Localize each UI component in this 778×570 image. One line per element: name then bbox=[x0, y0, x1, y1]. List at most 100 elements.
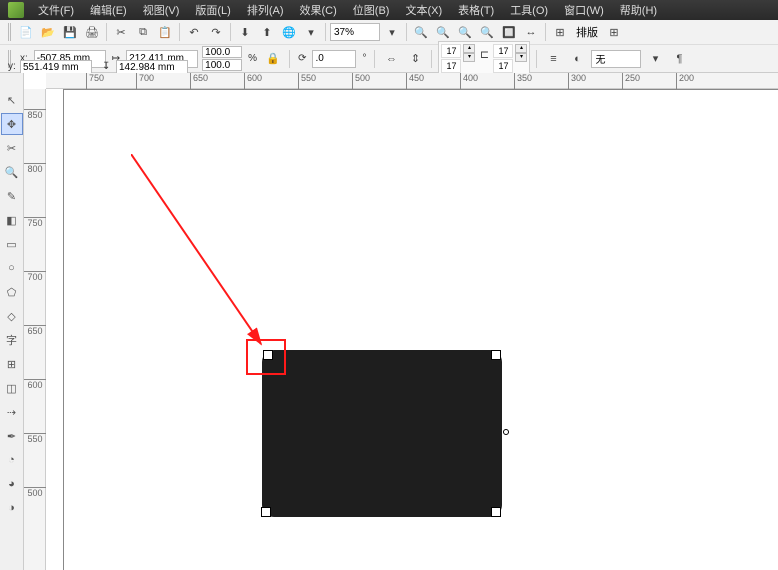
ruler-tick: 700 bbox=[24, 271, 46, 282]
layout-button[interactable]: ⊞ bbox=[604, 22, 624, 42]
outline-tool[interactable]: ◔ bbox=[1, 449, 23, 471]
save-button[interactable]: 💾 bbox=[60, 22, 80, 42]
publish-button[interactable]: 🌐 bbox=[279, 22, 299, 42]
vertical-ruler[interactable]: 850 800 750 700 650 600 550 500 bbox=[24, 89, 46, 570]
corner-down-button2[interactable]: ▾ bbox=[515, 53, 527, 62]
menu-table[interactable]: 表格(T) bbox=[450, 0, 502, 20]
menu-bitmap[interactable]: 位图(B) bbox=[345, 0, 398, 20]
open-button[interactable]: 📂 bbox=[38, 22, 58, 42]
zoom-dropdown[interactable]: ▾ bbox=[382, 22, 402, 42]
drawing-canvas[interactable] bbox=[46, 89, 778, 570]
ruler-tick: 250 bbox=[622, 73, 640, 89]
crop-tool[interactable]: ✂ bbox=[1, 137, 23, 159]
redo-button[interactable]: ↷ bbox=[206, 22, 226, 42]
polygon-tool[interactable]: ⬠ bbox=[1, 281, 23, 303]
corner-up-button[interactable]: ▴ bbox=[463, 44, 475, 53]
corner-bl-input[interactable] bbox=[441, 59, 461, 73]
zoom-tool[interactable]: 🔍 bbox=[1, 161, 23, 183]
ellipse-tool[interactable]: ○ bbox=[1, 257, 23, 279]
zoom-width-button[interactable]: ↔ bbox=[521, 22, 541, 42]
mirror-h-button[interactable]: ⇔ bbox=[381, 49, 401, 69]
pick-tool[interactable]: ↖ bbox=[1, 89, 23, 111]
export-button[interactable]: ⬆ bbox=[257, 22, 277, 42]
basic-shapes-tool[interactable]: ◇ bbox=[1, 305, 23, 327]
copy-button[interactable]: ⧉ bbox=[133, 22, 153, 42]
paste-button[interactable]: 📋 bbox=[155, 22, 175, 42]
selected-rectangle[interactable] bbox=[262, 350, 502, 517]
menu-text[interactable]: 文本(X) bbox=[397, 0, 450, 20]
outline-dropdown[interactable]: ▾ bbox=[645, 49, 665, 69]
zoom-input[interactable] bbox=[330, 23, 380, 41]
corner-handle-bl[interactable] bbox=[261, 507, 271, 517]
options-dropdown[interactable]: ▾ bbox=[301, 22, 321, 42]
undo-button[interactable]: ↶ bbox=[184, 22, 204, 42]
print-button[interactable]: 🖨 bbox=[82, 22, 102, 42]
zoom-in-button[interactable]: 🔍 bbox=[411, 22, 431, 42]
workspace: ↖ ✥ ✂ 🔍 ✎ ◧ ▭ ○ ⬠ ◇ 字 ⊞ ◫ ⇢ ✒ ◔ ◕ ◑ 750 … bbox=[0, 73, 778, 570]
interactive-fill-tool[interactable]: ◑ bbox=[1, 497, 23, 519]
scale-x-input[interactable] bbox=[202, 46, 242, 58]
table-tool[interactable]: ⊞ bbox=[1, 353, 23, 375]
smart-fill-tool[interactable]: ◧ bbox=[1, 209, 23, 231]
ruler-tick: 500 bbox=[24, 487, 46, 498]
connector-tool[interactable]: ⇢ bbox=[1, 401, 23, 423]
outline-width-button[interactable]: ≡ bbox=[543, 49, 563, 69]
ruler-tick: 750 bbox=[24, 217, 46, 228]
rectangle-tool[interactable]: ▭ bbox=[1, 233, 23, 255]
zoom-fit-button[interactable]: 🔍 bbox=[455, 22, 475, 42]
corner-tl-input[interactable] bbox=[441, 44, 461, 58]
toolbox: ↖ ✥ ✂ 🔍 ✎ ◧ ▭ ○ ⬠ ◇ 字 ⊞ ◫ ⇢ ✒ ◔ ◕ ◑ bbox=[0, 73, 24, 570]
menu-window[interactable]: 窗口(W) bbox=[556, 0, 612, 20]
zoom-selection-button[interactable]: 🔍 bbox=[477, 22, 497, 42]
zoom-out-button[interactable]: 🔍 bbox=[433, 22, 453, 42]
shape-tool[interactable]: ✥ bbox=[1, 113, 23, 135]
import-button[interactable]: ⬇ bbox=[235, 22, 255, 42]
y-position-input[interactable] bbox=[20, 60, 92, 74]
lock-ratio-button[interactable]: 🔒 bbox=[263, 49, 283, 69]
corner-tr-input[interactable] bbox=[493, 44, 513, 58]
wrap-text-button[interactable]: ¶ bbox=[669, 49, 689, 69]
scale-y-input[interactable] bbox=[202, 59, 242, 71]
snap-button[interactable]: ⊞ bbox=[550, 22, 570, 42]
corner-radius-group: ▴▾ ⊏ ▴▾ bbox=[438, 41, 530, 76]
ruler-tick: 800 bbox=[24, 163, 46, 174]
corner-lock-button[interactable]: ⊏ bbox=[477, 44, 491, 64]
separator bbox=[106, 23, 107, 41]
menu-tools[interactable]: 工具(O) bbox=[502, 0, 556, 20]
menu-effects[interactable]: 效果(C) bbox=[292, 0, 345, 20]
outline-style-dropdown[interactable] bbox=[591, 50, 641, 68]
side-handle-r[interactable] bbox=[503, 429, 509, 435]
toolbar-grip[interactable] bbox=[8, 23, 12, 41]
height-input[interactable] bbox=[116, 60, 188, 74]
menu-help[interactable]: 帮助(H) bbox=[612, 0, 665, 20]
outline-color-icon: ◐ bbox=[567, 49, 587, 69]
ruler-tick: 500 bbox=[352, 73, 370, 89]
zoom-page-button[interactable]: 🔲 bbox=[499, 22, 519, 42]
corner-handle-br[interactable] bbox=[491, 507, 501, 517]
freehand-tool[interactable]: ✎ bbox=[1, 185, 23, 207]
corner-down-button[interactable]: ▾ bbox=[463, 53, 475, 62]
corner-up-button2[interactable]: ▴ bbox=[515, 44, 527, 53]
corner-handle-tr[interactable] bbox=[491, 350, 501, 360]
new-button[interactable]: 📄 bbox=[16, 22, 36, 42]
app-icon bbox=[8, 2, 24, 18]
eyedropper-tool[interactable]: ✒ bbox=[1, 425, 23, 447]
mirror-v-button[interactable]: ⇕ bbox=[405, 49, 425, 69]
ruler-tick: 600 bbox=[244, 73, 262, 89]
menu-layout[interactable]: 版面(L) bbox=[187, 0, 238, 20]
horizontal-ruler[interactable]: 750 700 650 600 550 500 450 400 350 300 … bbox=[46, 73, 778, 89]
dimension-tool[interactable]: ◫ bbox=[1, 377, 23, 399]
menu-view[interactable]: 视图(V) bbox=[135, 0, 188, 20]
text-tool[interactable]: 字 bbox=[1, 329, 23, 351]
menu-arrange[interactable]: 排列(A) bbox=[239, 0, 292, 20]
corner-br-input[interactable] bbox=[493, 59, 513, 73]
degree-label: ° bbox=[360, 53, 368, 64]
separator bbox=[289, 50, 290, 68]
rotation-input[interactable] bbox=[312, 50, 356, 68]
fill-tool[interactable]: ◕ bbox=[1, 473, 23, 495]
menu-edit[interactable]: 编辑(E) bbox=[82, 0, 135, 20]
menu-file[interactable]: 文件(F) bbox=[30, 0, 82, 20]
y-label: y: bbox=[6, 61, 18, 72]
separator bbox=[545, 23, 546, 41]
cut-button[interactable]: ✂ bbox=[111, 22, 131, 42]
